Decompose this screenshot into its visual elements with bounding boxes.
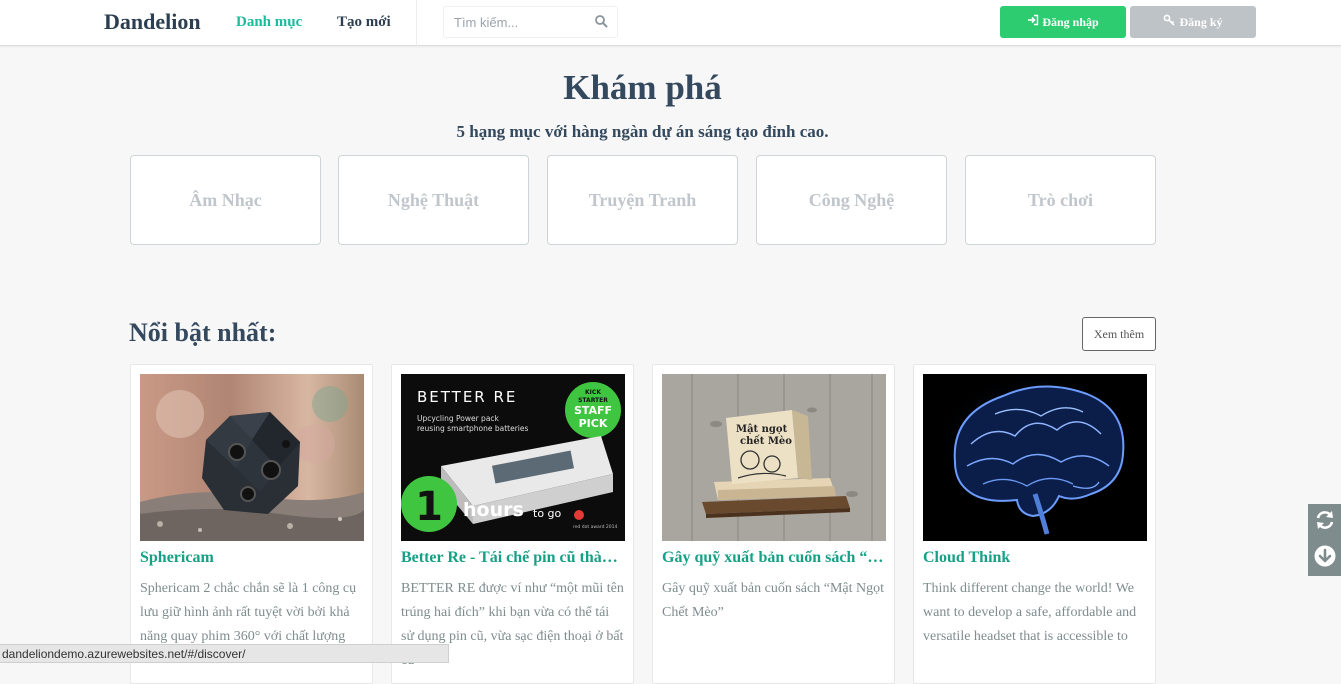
register-button[interactable]: Đăng ký — [1130, 6, 1256, 38]
page-title: Khám phá — [563, 68, 722, 107]
award-text: red dot award 2014 — [573, 524, 617, 530]
search-input[interactable] — [444, 7, 584, 37]
better-re-tagline-1: Upcycling Power pack — [417, 414, 500, 423]
browser-status-url: dandeliondemo.azurewebsites.net/#/discov… — [0, 644, 449, 663]
project-title[interactable]: Sphericam — [140, 549, 364, 567]
badge-line-2: STARTER — [578, 397, 608, 404]
countdown-suffix: to go — [533, 507, 562, 520]
project-title[interactable]: Better Re - Tái chế pin cũ thành... — [401, 549, 625, 567]
project-title[interactable]: Gây quỹ xuất bản cuốn sách “M... — [662, 549, 886, 567]
login-button[interactable]: Đăng nhập — [1000, 6, 1126, 38]
category-comics[interactable]: Truyện Tranh — [547, 155, 738, 245]
power-pack-photo[interactable]: BETTER RE Upcycling Power pack reusing s… — [401, 374, 625, 541]
key-icon — [1163, 14, 1176, 30]
brain-scan-photo[interactable] — [923, 374, 1147, 541]
arrow-down-circle-icon — [1313, 544, 1337, 573]
better-re-brand-text: BETTER RE — [417, 388, 517, 406]
search-box — [443, 6, 618, 38]
register-label: Đăng ký — [1179, 14, 1223, 29]
category-music[interactable]: Âm Nhạc — [130, 155, 321, 245]
book-title-line-1: Mật ngọt — [736, 424, 788, 435]
countdown-text: hours — [463, 499, 524, 521]
refresh-icon — [1314, 509, 1336, 536]
better-re-tagline-2: reusing smartphone batteries — [417, 424, 528, 433]
project-description: Sphericam 2 chắc chắn sẽ là 1 công cụ lư… — [140, 581, 357, 644]
book-on-shelf-photo[interactable]: Mật ngọt chết Mèo — [662, 374, 886, 541]
badge-line-1: KICK — [585, 389, 601, 396]
login-label: Đăng nhập — [1042, 14, 1099, 29]
project-description: Think different change the world! We wan… — [923, 581, 1137, 644]
book-title-line-2: chết Mèo — [740, 435, 792, 447]
sphere-camera-photo[interactable] — [140, 374, 364, 541]
category-technology[interactable]: Công Nghệ — [756, 155, 947, 245]
brand-logo[interactable]: Dandelion — [104, 9, 201, 35]
navbar: Dandelion Danh mục Tạo mới Đăng nhập Đăn… — [0, 0, 1341, 46]
nav-divider — [416, 0, 417, 46]
project-card: Sphericam Sphericam 2 chắc chắn sẽ là 1 … — [130, 364, 373, 684]
project-title[interactable]: Cloud Think — [923, 549, 1147, 567]
category-games[interactable]: Trò chơi — [965, 155, 1156, 245]
sign-in-icon — [1027, 14, 1039, 30]
project-description: Gây quỹ xuất bản cuốn sách “Mật Ngọt Chế… — [662, 581, 884, 620]
page-subtitle: 5 hạng mục với hàng ngàn dự án sáng tạo … — [456, 122, 829, 141]
refresh-button[interactable] — [1308, 504, 1341, 540]
see-more-button[interactable]: Xem thêm — [1082, 317, 1156, 351]
scroll-down-button[interactable] — [1308, 540, 1341, 576]
badge-line-3: STAFF — [574, 404, 612, 417]
project-card: Cloud Think Think different change the w… — [913, 364, 1156, 684]
badge-line-4: PICK — [579, 417, 608, 430]
project-card: BETTER RE Upcycling Power pack reusing s… — [391, 364, 634, 684]
project-card: Mật ngọt chết Mèo Gây quỹ xuất bản cuốn … — [652, 364, 895, 684]
category-art[interactable]: Nghệ Thuật — [338, 155, 529, 245]
search-icon[interactable] — [594, 14, 608, 28]
countdown-number: 1 — [415, 484, 443, 530]
nav-create[interactable]: Tạo mới — [337, 14, 391, 31]
nav-categories[interactable]: Danh mục — [236, 14, 302, 31]
featured-title: Nổi bật nhất: — [129, 318, 277, 347]
